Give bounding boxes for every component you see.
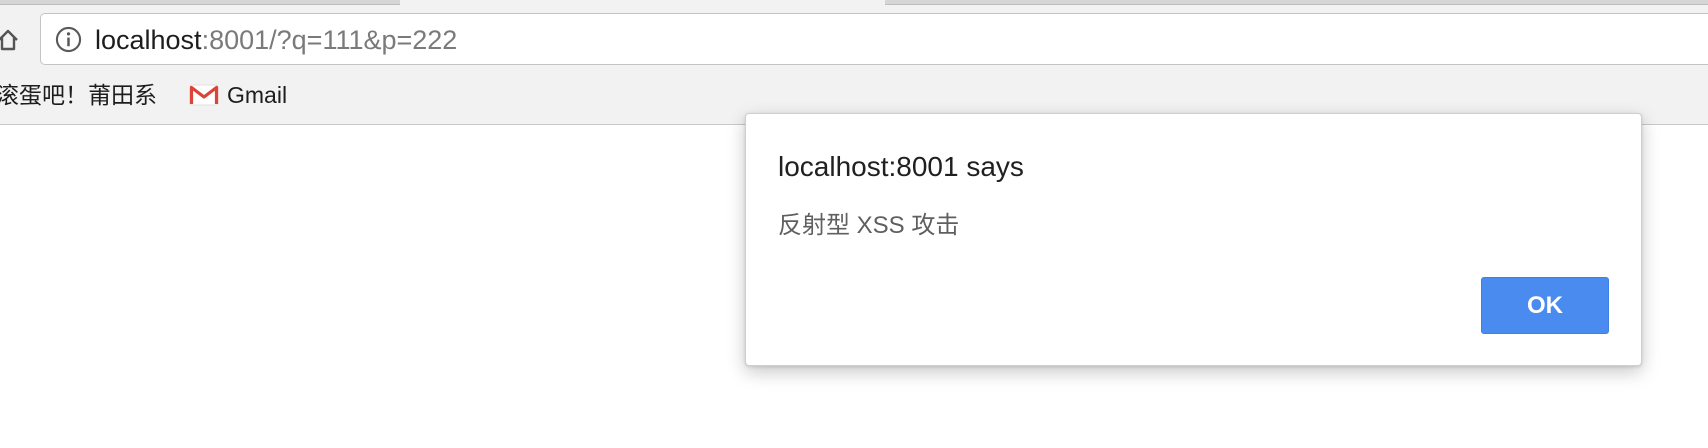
info-icon[interactable] <box>55 26 82 53</box>
home-icon <box>0 29 18 51</box>
bookmarks-bar: 滚蛋吧！莆田系 Gmail <box>0 74 1708 118</box>
ok-button[interactable]: OK <box>1481 277 1609 334</box>
alert-dialog: localhost:8001 says 反射型 XSS 攻击 OK <box>745 113 1642 366</box>
url-text[interactable]: localhost:8001/?q=111&p=222 <box>95 25 457 55</box>
url-path-query: :8001/?q=111&p=222 <box>201 25 458 55</box>
browser-toolbar: localhost:8001/?q=111&p=222 滚蛋吧！莆田系 Gmai… <box>0 0 1708 125</box>
dialog-title: localhost:8001 says <box>778 151 1024 182</box>
bookmark-item[interactable]: 滚蛋吧！莆田系 <box>0 80 157 110</box>
browser-window: localhost:8001/?q=111&p=222 滚蛋吧！莆田系 Gmai… <box>0 0 1708 448</box>
address-bar[interactable]: localhost:8001/?q=111&p=222 <box>40 13 1708 65</box>
home-button[interactable] <box>0 25 22 55</box>
tab-strip-left[interactable] <box>0 0 400 5</box>
dialog-message: 反射型 XSS 攻击 <box>778 212 960 239</box>
bookmark-gmail[interactable]: Gmail <box>189 80 287 110</box>
url-host: localhost <box>95 25 202 55</box>
gmail-icon <box>189 84 219 106</box>
tab-strip-right[interactable] <box>885 0 1708 5</box>
bookmark-label: Gmail <box>227 82 288 108</box>
